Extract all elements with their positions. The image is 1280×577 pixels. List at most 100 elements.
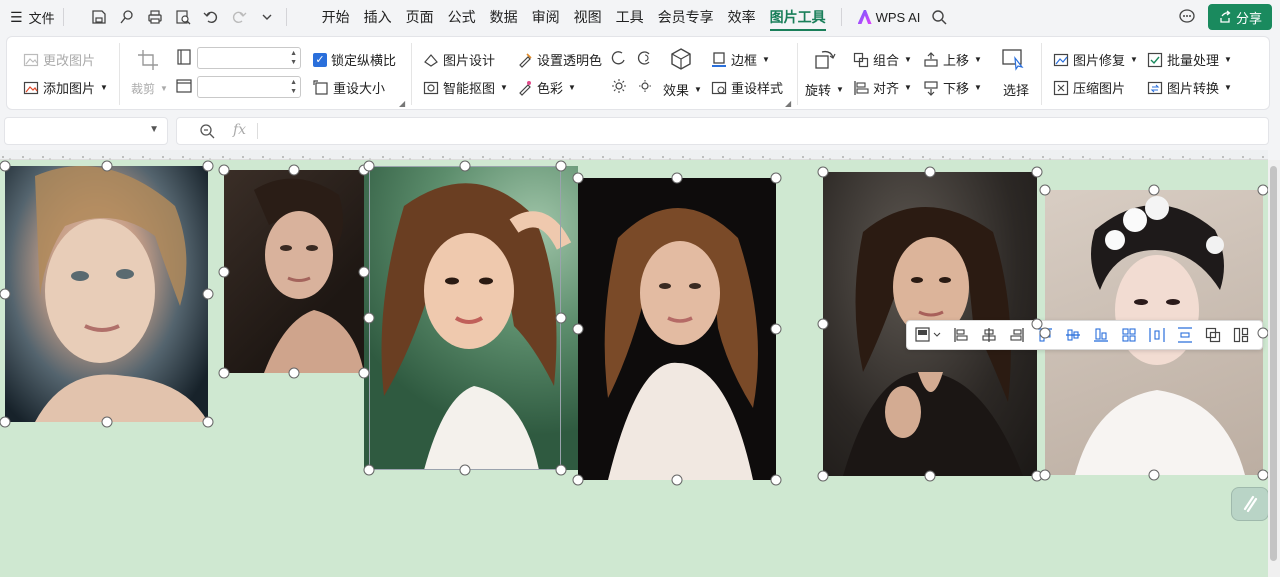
- resize-handle[interactable]: [1031, 166, 1043, 178]
- name-box[interactable]: ▼: [4, 117, 168, 145]
- tab-view[interactable]: 视图: [567, 0, 609, 34]
- resize-handle[interactable]: [671, 172, 683, 184]
- tab-review[interactable]: 审阅: [525, 0, 567, 34]
- resize-handle[interactable]: [0, 288, 11, 300]
- resize-handle[interactable]: [555, 464, 567, 476]
- resize-handle[interactable]: [1039, 327, 1051, 338]
- color-button[interactable]: 色彩 ▼: [517, 78, 576, 97]
- crop-button[interactable]: 裁剪 ▼: [131, 80, 168, 97]
- ai-assistant-button[interactable]: [1231, 487, 1268, 521]
- resize-handle[interactable]: [101, 160, 112, 172]
- resize-handle[interactable]: [218, 164, 230, 176]
- resize-handle[interactable]: [288, 164, 300, 176]
- wps-ai-button[interactable]: WPS AI: [850, 10, 929, 25]
- chevron-down-icon[interactable]: [256, 6, 278, 28]
- resize-handle[interactable]: [1148, 469, 1160, 481]
- picture-convert-button[interactable]: 图片转换 ▼: [1147, 78, 1232, 97]
- align-left-icon[interactable]: [949, 323, 973, 347]
- border-button[interactable]: 边框 ▼: [711, 50, 770, 69]
- tab-home[interactable]: 开始: [315, 0, 357, 34]
- dialog-launcher-icon[interactable]: ◢: [399, 99, 405, 108]
- effects-button[interactable]: 效果 ▼: [663, 80, 702, 99]
- resize-handle[interactable]: [555, 160, 567, 172]
- dialog-launcher-icon[interactable]: ◢: [785, 99, 791, 108]
- change-picture-button[interactable]: 更改图片: [23, 50, 95, 69]
- resize-handle[interactable]: [1257, 469, 1268, 481]
- effects-icon[interactable]: [669, 47, 693, 71]
- redo-icon[interactable]: [228, 6, 250, 28]
- resize-handle[interactable]: [0, 160, 11, 172]
- zoom-icon[interactable]: [199, 123, 215, 142]
- rotate-icon[interactable]: [813, 47, 837, 71]
- resize-handle[interactable]: [924, 166, 936, 178]
- brightness-icon[interactable]: [611, 78, 627, 94]
- distribute-horizontal-icon[interactable]: [1145, 323, 1169, 347]
- resize-handle[interactable]: [358, 266, 370, 277]
- brightness-up-icon[interactable]: [611, 50, 627, 66]
- resize-handle[interactable]: [1257, 184, 1268, 196]
- resize-handle[interactable]: [555, 312, 567, 324]
- align-middle-icon[interactable]: [1061, 323, 1085, 347]
- layout-options-icon[interactable]: [911, 323, 945, 347]
- batch-process-button[interactable]: 批量处理 ▼: [1147, 50, 1232, 69]
- resize-handle[interactable]: [1039, 469, 1051, 481]
- resize-handle[interactable]: [770, 474, 782, 486]
- worksheet-canvas[interactable]: [0, 160, 1268, 577]
- resize-handle[interactable]: [1257, 327, 1268, 338]
- reset-style-button[interactable]: 重设样式: [711, 78, 783, 97]
- vertical-scrollbar[interactable]: [1268, 160, 1280, 577]
- tab-page[interactable]: 页面: [399, 0, 441, 34]
- select-button[interactable]: 选择: [1003, 80, 1029, 99]
- width-spinner[interactable]: ▲ ▼: [290, 49, 297, 67]
- distribute-vertical-icon[interactable]: [1173, 323, 1197, 347]
- picture-design-button[interactable]: 图片设计: [423, 50, 495, 69]
- tab-efficiency[interactable]: 效率: [721, 0, 763, 34]
- lock-ratio-checkbox[interactable]: ✓ 锁定纵横比: [313, 50, 396, 69]
- resize-handle[interactable]: [572, 474, 584, 486]
- resize-handle[interactable]: [1039, 184, 1051, 196]
- search-icon[interactable]: [928, 6, 950, 28]
- picture-portrait-1[interactable]: [5, 166, 208, 422]
- resize-handle[interactable]: [572, 323, 584, 335]
- add-picture-button[interactable]: 添加图片 ▼: [23, 78, 108, 97]
- resize-handle[interactable]: [218, 266, 230, 277]
- rotate-button[interactable]: 旋转 ▼: [805, 80, 844, 99]
- resize-handle[interactable]: [363, 160, 375, 172]
- crop-icon[interactable]: [135, 47, 161, 73]
- print-icon[interactable]: [144, 6, 166, 28]
- share-button[interactable]: 分享: [1207, 4, 1272, 30]
- resize-handle[interactable]: [1148, 184, 1160, 196]
- tab-formula[interactable]: 公式: [441, 0, 483, 34]
- tab-picture-tools[interactable]: 图片工具: [763, 0, 833, 34]
- align-right-icon[interactable]: [1005, 323, 1029, 347]
- height-input[interactable]: ▲ ▼: [197, 76, 301, 98]
- resize-handle[interactable]: [218, 367, 230, 379]
- contrast-icon[interactable]: [637, 50, 653, 66]
- set-transparent-button[interactable]: 设置透明色: [517, 50, 602, 69]
- picture-portrait-4[interactable]: [578, 178, 776, 480]
- search-doc-icon[interactable]: [116, 6, 138, 28]
- move-up-button[interactable]: 上移 ▼: [923, 50, 982, 69]
- resize-handle[interactable]: [817, 166, 829, 178]
- resize-handle[interactable]: [459, 464, 471, 476]
- resize-handle[interactable]: [671, 474, 683, 486]
- feedback-icon[interactable]: [1178, 7, 1196, 28]
- file-menu[interactable]: ☰ 文件: [0, 8, 55, 27]
- resize-handle[interactable]: [101, 416, 112, 428]
- group-objects-icon[interactable]: [1201, 323, 1225, 347]
- group-button[interactable]: 组合 ▼: [853, 50, 912, 69]
- picture-repair-button[interactable]: 图片修复 ▼: [1053, 50, 1138, 69]
- resize-handle[interactable]: [202, 416, 214, 428]
- brightness-down-icon[interactable]: [637, 78, 653, 94]
- resize-handle[interactable]: [770, 172, 782, 184]
- resize-handle[interactable]: [924, 470, 936, 482]
- resize-handle[interactable]: [363, 312, 375, 324]
- function-icon[interactable]: fx: [233, 122, 246, 138]
- resize-handle[interactable]: [288, 367, 300, 379]
- resize-handle[interactable]: [202, 288, 214, 300]
- resize-handle[interactable]: [459, 160, 471, 172]
- resize-handle[interactable]: [358, 367, 370, 379]
- height-spinner[interactable]: ▲ ▼: [290, 78, 297, 96]
- chevron-down-icon[interactable]: ▼: [149, 124, 159, 135]
- tab-tools[interactable]: 工具: [609, 0, 651, 34]
